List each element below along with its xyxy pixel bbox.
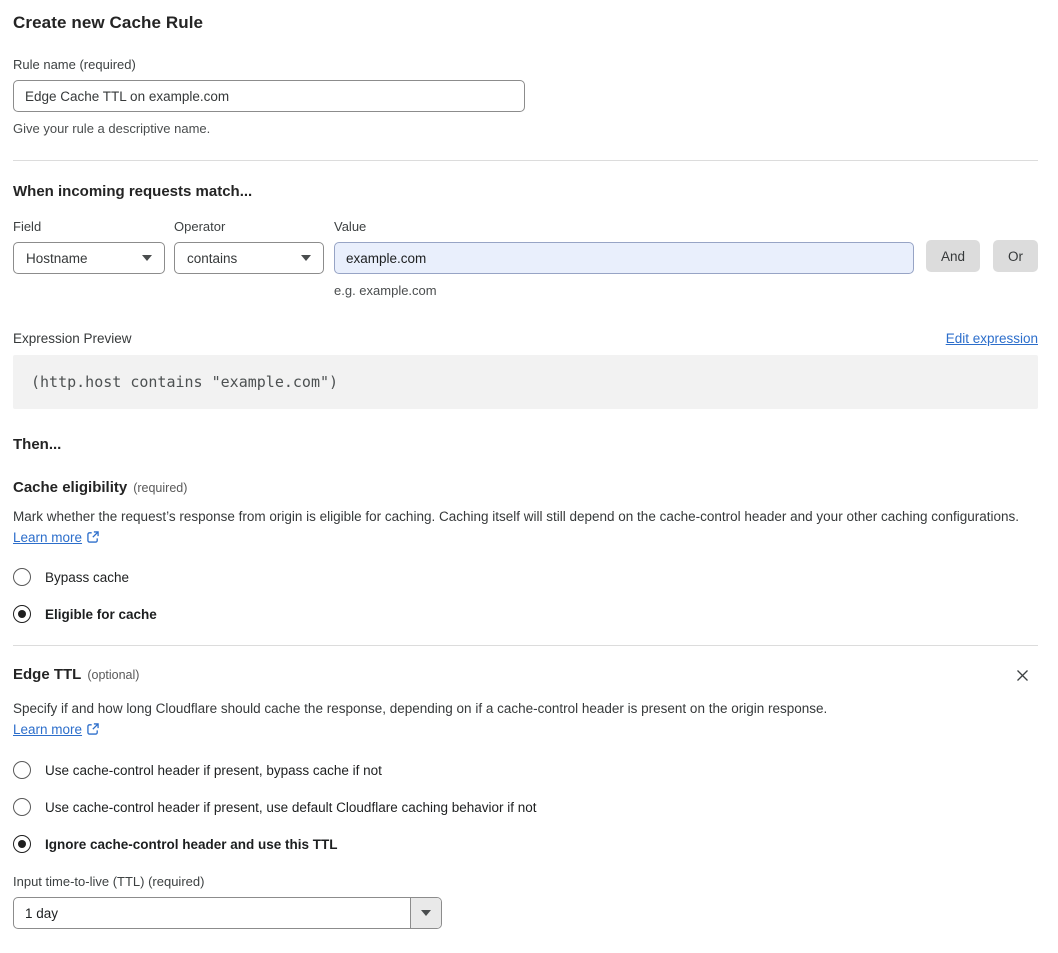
cache-eligibility-heading-text: Cache eligibility xyxy=(13,479,128,496)
option-eligible-for-cache[interactable]: Eligible for cache xyxy=(13,605,1038,623)
ttl-select[interactable]: 1 day xyxy=(13,897,442,929)
field-label: Field xyxy=(13,219,42,234)
page-title: Create new Cache Rule xyxy=(13,13,204,32)
edge-ttl-description-text: Specify if and how long Cloudflare shoul… xyxy=(13,701,828,716)
ttl-label: Input time-to-live (TTL) (required) xyxy=(13,874,205,889)
or-button[interactable]: Or xyxy=(993,240,1038,272)
operator-select[interactable]: contains xyxy=(174,242,324,274)
edge-ttl-qualifier: (optional) xyxy=(87,668,140,682)
edge-ttl-heading: Edge TTL (optional) xyxy=(13,666,139,683)
then-heading: Then... xyxy=(13,436,62,453)
radio-button[interactable] xyxy=(13,605,31,623)
divider xyxy=(13,645,1038,646)
chevron-down-icon xyxy=(301,255,311,261)
chevron-down-icon xyxy=(142,255,152,261)
operator-select-value: contains xyxy=(187,250,238,266)
ttl-select-value: 1 day xyxy=(25,905,59,921)
option-label: Use cache-control header if present, byp… xyxy=(45,762,382,778)
option-ignore-header-use-ttl[interactable]: Ignore cache-control header and use this… xyxy=(13,835,1038,853)
rule-name-helper: Give your rule a descriptive name. xyxy=(13,121,211,136)
and-button[interactable]: And xyxy=(925,240,980,272)
cache-eligibility-heading: Cache eligibility (required) xyxy=(13,479,1038,496)
value-input[interactable] xyxy=(334,242,914,274)
edge-ttl-description: Specify if and how long Cloudflare shoul… xyxy=(13,698,851,740)
option-label: Ignore cache-control header and use this… xyxy=(45,836,338,852)
rule-name-input[interactable] xyxy=(13,80,525,112)
operator-label: Operator xyxy=(174,219,226,234)
value-label: Value xyxy=(334,219,367,234)
match-section-heading: When incoming requests match... xyxy=(13,183,253,200)
cache-eligibility-learn-more-link[interactable]: Learn more xyxy=(13,530,82,545)
close-icon[interactable] xyxy=(1013,666,1032,688)
chevron-down-icon xyxy=(421,910,431,916)
edge-ttl-learn-more-link[interactable]: Learn more xyxy=(13,722,82,737)
edit-expression-link[interactable]: Edit expression xyxy=(946,331,1038,346)
radio-button[interactable] xyxy=(13,761,31,779)
edge-ttl-heading-text: Edge TTL xyxy=(13,666,82,683)
cache-eligibility-qualifier: (required) xyxy=(133,481,188,495)
cache-eligibility-description-text: Mark whether the request’s response from… xyxy=(13,509,1020,524)
option-label: Use cache-control header if present, use… xyxy=(45,799,537,815)
rule-name-label: Rule name (required) xyxy=(13,57,136,72)
external-link-icon xyxy=(87,723,99,735)
radio-button[interactable] xyxy=(13,568,31,586)
option-use-header-default[interactable]: Use cache-control header if present, use… xyxy=(13,798,1038,816)
value-helper: e.g. example.com xyxy=(334,283,437,298)
cache-eligibility-description: Mark whether the request’s response from… xyxy=(13,506,1038,548)
external-link-icon xyxy=(87,531,99,543)
option-label: Bypass cache xyxy=(45,569,130,585)
option-bypass-cache[interactable]: Bypass cache xyxy=(13,568,1038,586)
option-use-header-bypass[interactable]: Use cache-control header if present, byp… xyxy=(13,761,1038,779)
expression-preview-block: (http.host contains "example.com") xyxy=(13,355,1038,409)
field-select-value: Hostname xyxy=(26,250,88,266)
divider xyxy=(13,160,1038,161)
radio-button[interactable] xyxy=(13,835,31,853)
expression-preview-label: Expression Preview xyxy=(13,331,132,346)
ttl-dropdown-button[interactable] xyxy=(410,898,441,928)
radio-button[interactable] xyxy=(13,798,31,816)
create-cache-rule-form: Create new Cache Rule Rule name (require… xyxy=(0,0,1058,953)
expression-text: (http.host contains "example.com") xyxy=(31,373,339,391)
field-select[interactable]: Hostname xyxy=(13,242,165,274)
option-label: Eligible for cache xyxy=(45,606,157,622)
